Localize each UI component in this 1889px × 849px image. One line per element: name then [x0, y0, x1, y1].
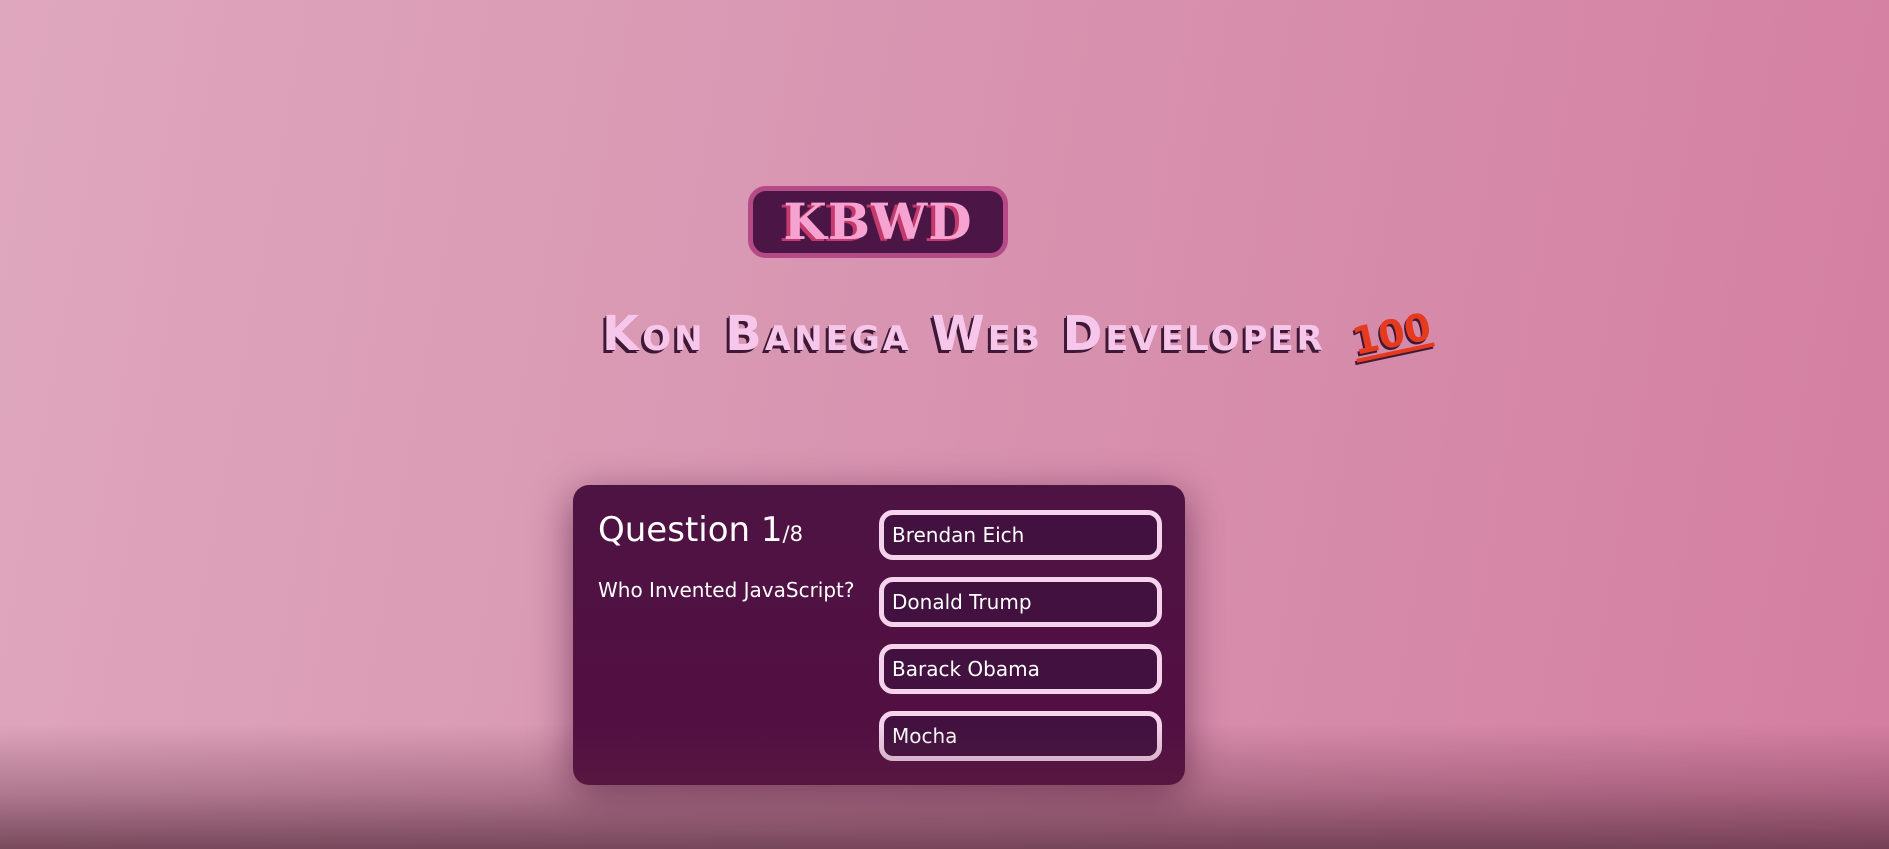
- hundred-points-icon: 100: [1348, 304, 1435, 364]
- page-subtitle: Kon Banega Web Developer 100: [602, 304, 1435, 364]
- question-counter: Question 1/8: [598, 513, 803, 547]
- answer-button-3[interactable]: Barack Obama: [879, 644, 1162, 694]
- subtitle-text: Kon Banega Web Developer: [602, 306, 1326, 362]
- answer-button-4[interactable]: Mocha: [879, 711, 1162, 761]
- logo-badge: KBWD: [748, 186, 1008, 258]
- quiz-card: Question 1/8 Who Invented JavaScript? Br…: [573, 485, 1185, 785]
- question-text: Who Invented JavaScript?: [598, 578, 855, 602]
- total-questions: /8: [782, 522, 803, 546]
- logo-text: KBWD: [783, 192, 973, 251]
- answer-button-2[interactable]: Donald Trump: [879, 577, 1162, 627]
- answer-options: Brendan Eich Donald Trump Barack Obama M…: [879, 510, 1162, 778]
- current-question-number: 1: [760, 510, 783, 550]
- answer-button-1[interactable]: Brendan Eich: [879, 510, 1162, 560]
- question-label: Question: [598, 510, 751, 550]
